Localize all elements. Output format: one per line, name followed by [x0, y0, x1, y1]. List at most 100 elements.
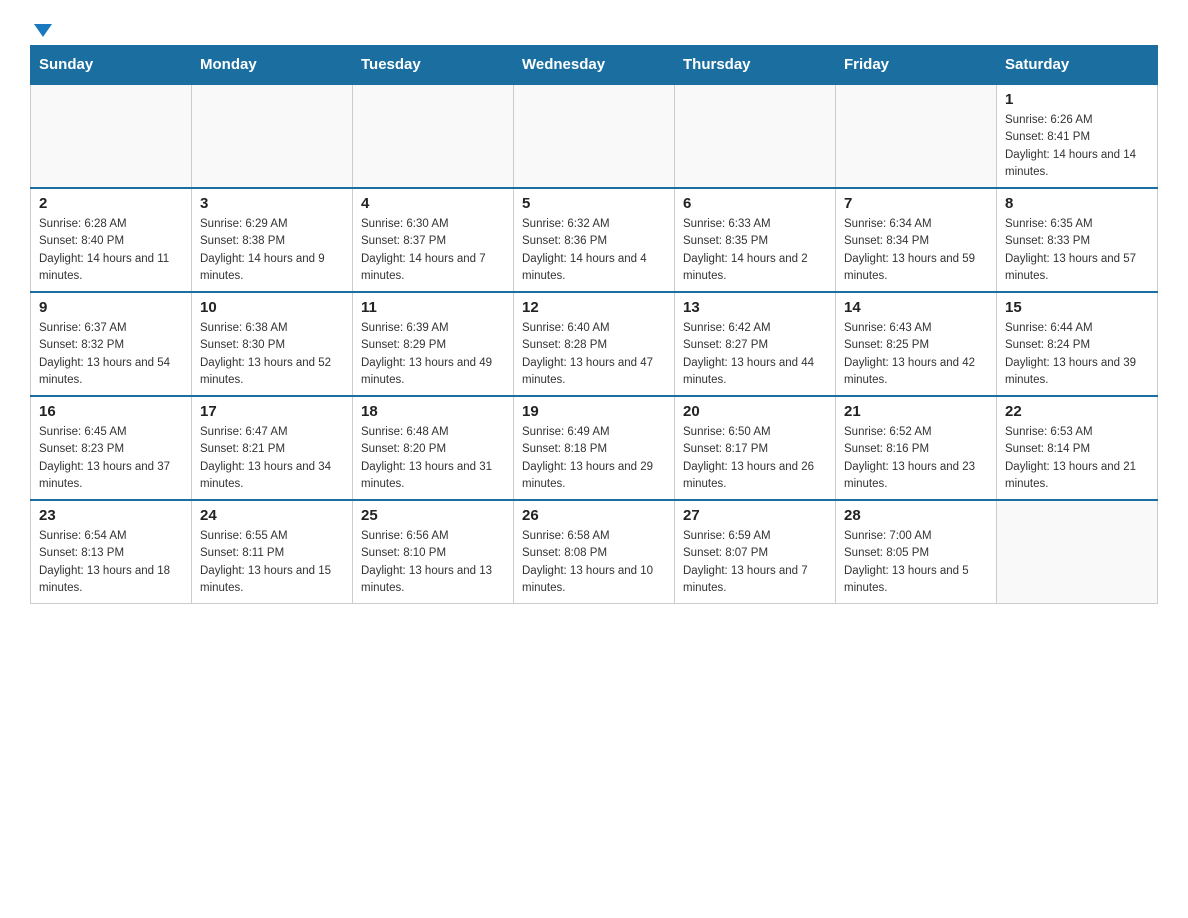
day-info: Sunrise: 6:59 AMSunset: 8:07 PMDaylight:…	[683, 528, 827, 597]
calendar-day-cell: 26 Sunrise: 6:58 AMSunset: 8:08 PMDayligh…	[514, 500, 675, 604]
day-info: Sunrise: 6:55 AMSunset: 8:11 PMDaylight:…	[200, 528, 344, 597]
day-info: Sunrise: 6:33 AMSunset: 8:35 PMDaylight:…	[683, 216, 827, 285]
calendar-day-cell: 20 Sunrise: 6:50 AMSunset: 8:17 PMDayligh…	[675, 396, 836, 500]
day-number: 10	[200, 299, 344, 316]
calendar-week-row: 1Sunrise: 6:26 AMSunset: 8:41 PMDaylight…	[31, 84, 1158, 188]
calendar-day-cell: 17 Sunrise: 6:47 AMSunset: 8:21 PMDayligh…	[192, 396, 353, 500]
day-of-week-header: Friday	[836, 46, 997, 85]
day-number: 15	[1005, 299, 1149, 316]
day-info: Sunrise: 6:48 AMSunset: 8:20 PMDaylight:…	[361, 424, 505, 493]
calendar-week-row: 9 Sunrise: 6:37 AMSunset: 8:32 PMDaylight…	[31, 292, 1158, 396]
day-info: Sunrise: 6:38 AMSunset: 8:30 PMDaylight:…	[200, 320, 344, 389]
calendar-day-cell: 24 Sunrise: 6:55 AMSunset: 8:11 PMDayligh…	[192, 500, 353, 604]
calendar-day-cell: 6 Sunrise: 6:33 AMSunset: 8:35 PMDaylight…	[675, 188, 836, 292]
calendar-day-cell	[514, 84, 675, 188]
day-info: Sunrise: 6:49 AMSunset: 8:18 PMDaylight:…	[522, 424, 666, 493]
calendar-day-cell: 12 Sunrise: 6:40 AMSunset: 8:28 PMDayligh…	[514, 292, 675, 396]
day-info: Sunrise: 6:58 AMSunset: 8:08 PMDaylight:…	[522, 528, 666, 597]
day-number: 23	[39, 507, 183, 524]
calendar-day-cell: 8 Sunrise: 6:35 AMSunset: 8:33 PMDaylight…	[997, 188, 1158, 292]
calendar-day-cell: 5 Sunrise: 6:32 AMSunset: 8:36 PMDaylight…	[514, 188, 675, 292]
day-number: 21	[844, 403, 988, 420]
day-of-week-header: Wednesday	[514, 46, 675, 85]
day-number: 8	[1005, 195, 1149, 212]
day-of-week-header: Thursday	[675, 46, 836, 85]
calendar-day-cell: 18 Sunrise: 6:48 AMSunset: 8:20 PMDayligh…	[353, 396, 514, 500]
calendar-day-cell: 14 Sunrise: 6:43 AMSunset: 8:25 PMDayligh…	[836, 292, 997, 396]
day-number: 16	[39, 403, 183, 420]
day-info: Sunrise: 6:52 AMSunset: 8:16 PMDaylight:…	[844, 424, 988, 493]
logo	[30, 20, 52, 35]
day-number: 18	[361, 403, 505, 420]
calendar-day-cell	[997, 500, 1158, 604]
calendar-day-cell	[31, 84, 192, 188]
calendar-day-cell: 10 Sunrise: 6:38 AMSunset: 8:30 PMDayligh…	[192, 292, 353, 396]
day-info: Sunrise: 6:44 AMSunset: 8:24 PMDaylight:…	[1005, 320, 1149, 389]
day-number: 24	[200, 507, 344, 524]
calendar-day-cell: 28 Sunrise: 7:00 AMSunset: 8:05 PMDayligh…	[836, 500, 997, 604]
day-info: Sunrise: 6:37 AMSunset: 8:32 PMDaylight:…	[39, 320, 183, 389]
calendar-header-row: SundayMondayTuesdayWednesdayThursdayFrid…	[31, 46, 1158, 85]
calendar-table: SundayMondayTuesdayWednesdayThursdayFrid…	[30, 45, 1158, 604]
day-of-week-header: Tuesday	[353, 46, 514, 85]
day-info: Sunrise: 7:00 AMSunset: 8:05 PMDaylight:…	[844, 528, 988, 597]
day-number: 11	[361, 299, 505, 316]
day-number: 13	[683, 299, 827, 316]
day-number: 17	[200, 403, 344, 420]
day-info: Sunrise: 6:35 AMSunset: 8:33 PMDaylight:…	[1005, 216, 1149, 285]
day-number: 20	[683, 403, 827, 420]
day-info: Sunrise: 6:30 AMSunset: 8:37 PMDaylight:…	[361, 216, 505, 285]
calendar-day-cell	[192, 84, 353, 188]
calendar-day-cell: 9 Sunrise: 6:37 AMSunset: 8:32 PMDaylight…	[31, 292, 192, 396]
calendar-day-cell	[675, 84, 836, 188]
day-number: 3	[200, 195, 344, 212]
calendar-day-cell: 1Sunrise: 6:26 AMSunset: 8:41 PMDaylight…	[997, 84, 1158, 188]
day-number: 12	[522, 299, 666, 316]
calendar-day-cell: 2 Sunrise: 6:28 AMSunset: 8:40 PMDaylight…	[31, 188, 192, 292]
calendar-day-cell: 11 Sunrise: 6:39 AMSunset: 8:29 PMDayligh…	[353, 292, 514, 396]
day-info: Sunrise: 6:56 AMSunset: 8:10 PMDaylight:…	[361, 528, 505, 597]
day-info: Sunrise: 6:54 AMSunset: 8:13 PMDaylight:…	[39, 528, 183, 597]
day-info: Sunrise: 6:45 AMSunset: 8:23 PMDaylight:…	[39, 424, 183, 493]
day-info: Sunrise: 6:28 AMSunset: 8:40 PMDaylight:…	[39, 216, 183, 285]
calendar-day-cell: 13 Sunrise: 6:42 AMSunset: 8:27 PMDayligh…	[675, 292, 836, 396]
day-number: 26	[522, 507, 666, 524]
day-number: 14	[844, 299, 988, 316]
day-info: Sunrise: 6:29 AMSunset: 8:38 PMDaylight:…	[200, 216, 344, 285]
calendar-day-cell	[353, 84, 514, 188]
day-info: Sunrise: 6:39 AMSunset: 8:29 PMDaylight:…	[361, 320, 505, 389]
calendar-day-cell: 27 Sunrise: 6:59 AMSunset: 8:07 PMDayligh…	[675, 500, 836, 604]
day-info: Sunrise: 6:50 AMSunset: 8:17 PMDaylight:…	[683, 424, 827, 493]
calendar-day-cell	[836, 84, 997, 188]
calendar-day-cell: 22 Sunrise: 6:53 AMSunset: 8:14 PMDayligh…	[997, 396, 1158, 500]
day-info: Sunrise: 6:32 AMSunset: 8:36 PMDaylight:…	[522, 216, 666, 285]
calendar-day-cell: 23 Sunrise: 6:54 AMSunset: 8:13 PMDayligh…	[31, 500, 192, 604]
day-info: Sunrise: 6:40 AMSunset: 8:28 PMDaylight:…	[522, 320, 666, 389]
day-of-week-header: Monday	[192, 46, 353, 85]
calendar-day-cell: 21 Sunrise: 6:52 AMSunset: 8:16 PMDayligh…	[836, 396, 997, 500]
day-info: Sunrise: 6:53 AMSunset: 8:14 PMDaylight:…	[1005, 424, 1149, 493]
day-number: 5	[522, 195, 666, 212]
day-of-week-header: Saturday	[997, 46, 1158, 85]
calendar-day-cell: 3 Sunrise: 6:29 AMSunset: 8:38 PMDaylight…	[192, 188, 353, 292]
day-of-week-header: Sunday	[31, 46, 192, 85]
day-info: Sunrise: 6:43 AMSunset: 8:25 PMDaylight:…	[844, 320, 988, 389]
calendar-day-cell: 4Sunrise: 6:30 AMSunset: 8:37 PMDaylight…	[353, 188, 514, 292]
day-number: 27	[683, 507, 827, 524]
day-number: 28	[844, 507, 988, 524]
day-info: Sunrise: 6:26 AMSunset: 8:41 PMDaylight:…	[1005, 112, 1149, 181]
day-number: 6	[683, 195, 827, 212]
day-number: 22	[1005, 403, 1149, 420]
calendar-day-cell: 16 Sunrise: 6:45 AMSunset: 8:23 PMDayligh…	[31, 396, 192, 500]
logo-triangle-icon	[34, 24, 52, 37]
day-info: Sunrise: 6:47 AMSunset: 8:21 PMDaylight:…	[200, 424, 344, 493]
day-number: 19	[522, 403, 666, 420]
calendar-week-row: 23 Sunrise: 6:54 AMSunset: 8:13 PMDayligh…	[31, 500, 1158, 604]
day-info: Sunrise: 6:34 AMSunset: 8:34 PMDaylight:…	[844, 216, 988, 285]
calendar-day-cell: 19 Sunrise: 6:49 AMSunset: 8:18 PMDayligh…	[514, 396, 675, 500]
day-info: Sunrise: 6:42 AMSunset: 8:27 PMDaylight:…	[683, 320, 827, 389]
day-number: 2	[39, 195, 183, 212]
day-number: 9	[39, 299, 183, 316]
calendar-week-row: 16 Sunrise: 6:45 AMSunset: 8:23 PMDayligh…	[31, 396, 1158, 500]
calendar-day-cell: 15 Sunrise: 6:44 AMSunset: 8:24 PMDayligh…	[997, 292, 1158, 396]
